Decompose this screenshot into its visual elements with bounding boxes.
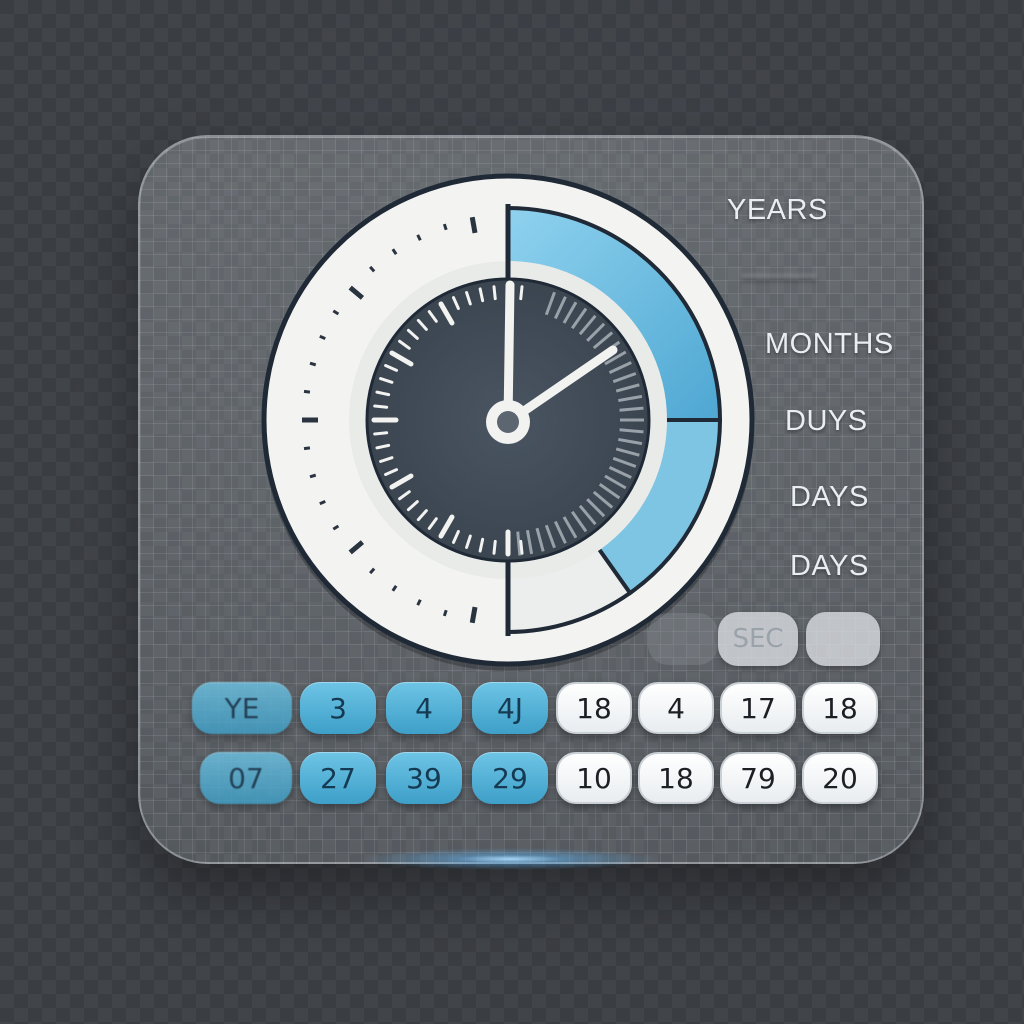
grid-chip[interactable]: 29 [472, 752, 548, 804]
label-years: YEARS [727, 194, 828, 226]
dial-tick [373, 431, 389, 436]
chip-blank-light[interactable] [806, 612, 880, 666]
ring-tick [469, 216, 478, 234]
ring-tick [442, 609, 448, 617]
grid-chip[interactable]: 4 [638, 682, 714, 734]
clock-dial-graphic [261, 173, 755, 671]
grid-chip[interactable]: 27 [300, 752, 376, 804]
grid-chip[interactable]: 18 [638, 752, 714, 804]
ring-tick [442, 223, 448, 231]
label-days-1: DAYS [790, 481, 869, 513]
grid-chip[interactable]: 4J [472, 682, 548, 734]
grid-chip[interactable]: 79 [720, 752, 796, 804]
bottom-glow [360, 848, 660, 870]
gauge-tick [516, 531, 522, 556]
ring-tick [303, 389, 311, 394]
gauge-tick [619, 406, 644, 412]
chip-blank-dark[interactable] [648, 613, 718, 665]
dial-tick [492, 539, 497, 555]
grid-chip[interactable]: 39 [386, 752, 462, 804]
dial-tick [519, 285, 524, 301]
ring-tick [303, 446, 311, 451]
chip-sec[interactable]: SEC [718, 612, 798, 666]
grid-chip[interactable]: 20 [802, 752, 878, 804]
label-faint: ━━━━ [742, 261, 817, 294]
ring-tick [469, 606, 478, 624]
grid-chip[interactable]: 4 [386, 682, 462, 734]
grid-chip[interactable]: YE [192, 682, 292, 734]
dial-tick [373, 404, 389, 409]
clock-dial-icon [258, 173, 758, 671]
ring-tick [309, 473, 317, 479]
grid-chip[interactable]: 3 [300, 682, 376, 734]
gauge-tick [619, 428, 644, 434]
grid-chip[interactable]: 18 [802, 682, 878, 734]
label-days-2: DAYS [790, 550, 869, 582]
ring-tick [309, 361, 317, 367]
grid-chip[interactable]: 18 [556, 682, 632, 734]
label-months: MONTHS [765, 328, 894, 360]
grid-chip[interactable]: 17 [720, 682, 796, 734]
grid-chip[interactable]: 07 [200, 752, 292, 804]
dial-tick [492, 285, 497, 301]
label-duys: DUYS [785, 405, 868, 437]
grid-chip[interactable]: 10 [556, 752, 632, 804]
